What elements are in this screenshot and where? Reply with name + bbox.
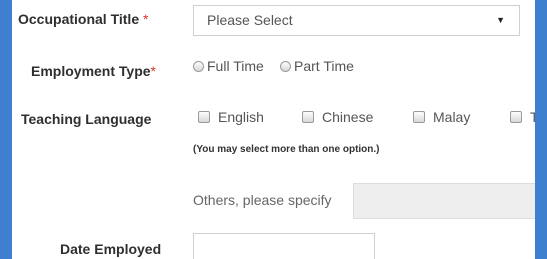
checkbox-tamil[interactable]: Ta	[510, 109, 535, 125]
employment-form: Occupational Title * Please Select ▼ Emp…	[12, 0, 535, 259]
multi-select-note: (You may select more than one option.)	[193, 144, 380, 155]
checkbox-icon[interactable]	[302, 111, 314, 123]
required-asterisk: *	[150, 63, 156, 79]
checkbox-icon[interactable]	[510, 111, 522, 123]
radio-full-time[interactable]: Full Time	[193, 58, 264, 74]
employment-type-label-text: Employment Type	[31, 63, 151, 79]
occupational-title-label-text: Occupational Title	[18, 11, 140, 27]
occupational-title-select[interactable]: Please Select ▼	[193, 5, 520, 36]
dropdown-caret-icon: ▼	[496, 15, 505, 25]
checkbox-english[interactable]: English	[198, 109, 264, 125]
date-employed-input[interactable]	[193, 233, 375, 259]
radio-button-icon[interactable]	[193, 61, 204, 72]
checkbox-english-label: English	[218, 109, 264, 125]
checkbox-malay[interactable]: Malay	[413, 109, 470, 125]
teaching-language-label: Teaching Language	[21, 111, 152, 127]
checkbox-chinese-label: Chinese	[322, 109, 374, 125]
others-specify-input[interactable]	[353, 183, 535, 219]
checkbox-icon[interactable]	[198, 111, 210, 123]
checkbox-chinese[interactable]: Chinese	[302, 109, 373, 125]
others-specify-label: Others, please specify	[193, 192, 332, 208]
radio-part-time-label: Part Time	[294, 58, 354, 74]
radio-part-time[interactable]: Part Time	[280, 58, 354, 74]
radio-full-time-label: Full Time	[207, 58, 264, 74]
radio-button-icon[interactable]	[280, 61, 291, 72]
required-asterisk: *	[143, 11, 149, 27]
occupational-title-selected-value: Please Select	[207, 12, 293, 28]
date-employed-label: Date Employed	[60, 241, 162, 257]
employment-type-label: Employment Type*	[31, 63, 156, 79]
checkbox-tamil-label: Ta	[530, 109, 535, 125]
checkbox-malay-label: Malay	[433, 109, 471, 125]
occupational-title-label: Occupational Title *	[18, 11, 148, 27]
checkbox-icon[interactable]	[413, 111, 425, 123]
